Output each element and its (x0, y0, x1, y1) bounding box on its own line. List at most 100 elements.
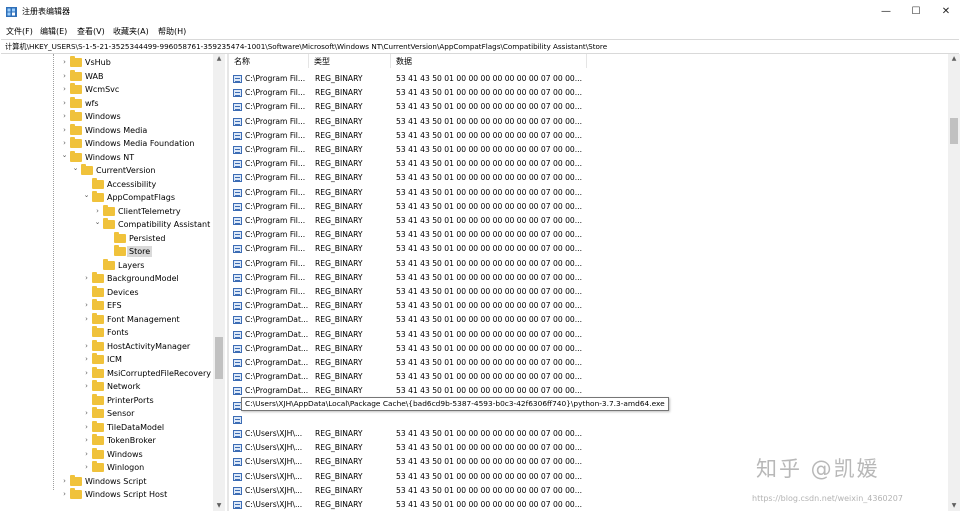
table-row[interactable]: C:\Program Fil... REG_BINARY 53 41 43 50 0… (230, 100, 590, 114)
table-row[interactable]: C:\Program Fil... REG_BINARY 53 41 43 50 0… (230, 200, 590, 214)
chevron-down-icon[interactable]: ⌄ (83, 192, 90, 199)
table-row[interactable]: C:\Users\XJH\... REG_BINARY 53 41 43 50 01… (230, 455, 590, 469)
menu-file[interactable]: 文件(F) (6, 26, 33, 37)
tree-scroll-thumb[interactable] (215, 337, 223, 379)
table-row[interactable]: C:\ProgramDat... REG_BINARY 53 41 43 50 01… (230, 356, 590, 370)
menu-help[interactable]: 帮助(H) (158, 26, 186, 37)
table-row[interactable]: C:\Program Fil... REG_BINARY 53 41 43 50 0… (230, 271, 590, 285)
table-row[interactable]: C:\Users\XJH\... REG_BINARY 53 41 43 50 01… (230, 484, 590, 498)
table-row[interactable]: C:\Program Fil... REG_BINARY 53 41 43 50 0… (230, 143, 590, 157)
tree-item[interactable]: › Windows (1, 110, 215, 124)
tree-item[interactable]: › EFS (1, 299, 215, 313)
tree-item[interactable]: › ClientTelemetry (1, 204, 215, 219)
tree-item[interactable]: › MsiCorruptedFileRecovery (1, 366, 215, 381)
table-row[interactable]: C:\ProgramDat... REG_BINARY 53 41 43 50 01… (230, 328, 590, 342)
table-row[interactable]: C:\Users\XJH\... REG_BINARY 53 41 43 50 01… (230, 470, 590, 484)
chevron-right-icon[interactable]: › (61, 140, 68, 147)
chevron-right-icon[interactable]: › (83, 383, 90, 390)
tree-item[interactable]: ⌄ AppCompatFlags (1, 191, 215, 205)
table-row[interactable]: C:\Program Fil... REG_BINARY 53 41 43 50 0… (230, 186, 590, 200)
table-row[interactable]: C:\Program Fil... REG_BINARY 53 41 43 50 0… (230, 214, 590, 228)
table-row[interactable]: C:\ProgramDat... REG_BINARY 53 41 43 50 01… (230, 299, 590, 313)
tree-item[interactable]: Layers (1, 258, 215, 273)
tree-item[interactable]: › HostActivityManager (1, 339, 215, 354)
minimize-button[interactable]: — (871, 4, 901, 20)
tree-scroll-down-icon[interactable]: ▼ (213, 501, 225, 511)
column-header-name[interactable]: 名称 (230, 54, 309, 68)
address-bar[interactable]: 计算机\HKEY_USERS\S-1-5-21-3525344499-99605… (1, 39, 959, 54)
table-row[interactable]: C:\ProgramDat... REG_BINARY 53 41 43 50 01… (230, 342, 590, 356)
pane-splitter[interactable] (227, 54, 229, 511)
maximize-button[interactable]: ☐ (901, 4, 931, 20)
tree-item[interactable]: › Windows Script Host (1, 488, 215, 502)
table-row[interactable]: C:\Program Fil... REG_BINARY 53 41 43 50 0… (230, 129, 590, 143)
table-row[interactable]: C:\ProgramDat... REG_BINARY 53 41 43 50 01… (230, 313, 590, 327)
tree-item[interactable]: ⌄ Windows NT (1, 150, 215, 165)
table-row[interactable] (230, 413, 590, 427)
tree-item[interactable]: › WAB (1, 69, 215, 84)
column-header-data[interactable]: 数据 (392, 54, 587, 68)
tree-item[interactable]: Fonts (1, 326, 215, 340)
chevron-right-icon[interactable]: › (61, 99, 68, 107)
tree-item[interactable]: › Windows Media Foundation (1, 137, 215, 151)
chevron-right-icon[interactable]: › (83, 315, 90, 323)
chevron-down-icon[interactable]: ⌄ (61, 151, 68, 159)
tree-item[interactable]: ⌄ CurrentVersion (1, 164, 215, 178)
table-row[interactable]: C:\ProgramDat... REG_BINARY 53 41 43 50 01… (230, 370, 590, 384)
tree-item[interactable]: › Sensor (1, 407, 215, 421)
menu-view[interactable]: 查看(V) (77, 26, 105, 37)
tree-item[interactable]: Store (1, 245, 215, 259)
chevron-right-icon[interactable]: › (83, 369, 90, 377)
tree-item[interactable]: › Windows (1, 447, 215, 462)
table-row[interactable]: C:\Program Fil... REG_BINARY 53 41 43 50 0… (230, 242, 590, 256)
list-scroll-up-icon[interactable]: ▲ (948, 54, 960, 64)
menu-favorites[interactable]: 收藏夹(A) (113, 26, 149, 37)
table-row[interactable]: C:\Users\XJH\... REG_BINARY 53 41 43 50 01… (230, 427, 590, 441)
chevron-down-icon[interactable]: ⌄ (72, 165, 79, 172)
tree-item[interactable]: Devices (1, 285, 215, 300)
tree-item[interactable]: › TokenBroker (1, 434, 215, 448)
table-row[interactable]: C:\Program Fil... REG_BINARY 53 41 43 50 0… (230, 228, 590, 242)
chevron-right-icon[interactable]: › (83, 275, 90, 282)
table-row[interactable]: C:\Program Fil... REG_BINARY 53 41 43 50 0… (230, 257, 590, 271)
menu-edit[interactable]: 编辑(E) (40, 26, 67, 37)
chevron-right-icon[interactable]: › (61, 59, 68, 66)
table-row[interactable]: C:\Program Fil... REG_BINARY 53 41 43 50 0… (230, 72, 590, 86)
chevron-right-icon[interactable]: › (61, 477, 68, 485)
chevron-right-icon[interactable]: › (83, 302, 90, 309)
tree-item[interactable]: › TileDataModel (1, 420, 215, 435)
chevron-right-icon[interactable]: › (61, 86, 68, 93)
table-row[interactable]: C:\Program Fil... REG_BINARY 53 41 43 50 0… (230, 171, 590, 185)
chevron-right-icon[interactable]: › (94, 207, 101, 215)
tree-item[interactable]: › VsHub (1, 56, 215, 70)
tree-item[interactable]: PrinterPorts (1, 393, 215, 408)
tree-item[interactable]: › wfs (1, 96, 215, 111)
tree-item[interactable]: Persisted (1, 231, 215, 246)
chevron-right-icon[interactable]: › (83, 464, 90, 471)
list-scroll-down-icon[interactable]: ▼ (948, 501, 960, 511)
list-scroll-thumb[interactable] (950, 118, 958, 144)
chevron-right-icon[interactable]: › (83, 423, 90, 431)
chevron-down-icon[interactable]: ⌄ (94, 219, 101, 226)
chevron-right-icon[interactable]: › (83, 450, 90, 458)
tree-item[interactable]: › BackgroundModel (1, 272, 215, 286)
column-header-type[interactable]: 类型 (310, 54, 391, 68)
chevron-right-icon[interactable]: › (61, 126, 68, 134)
close-button[interactable]: ✕ (931, 4, 961, 20)
chevron-right-icon[interactable]: › (83, 410, 90, 417)
table-row[interactable]: C:\Users\XJH\... REG_BINARY 53 41 43 50 01… (230, 498, 590, 511)
table-row[interactable]: C:\Program Fil... REG_BINARY 53 41 43 50 0… (230, 115, 590, 129)
tree-scrollbar[interactable]: ▲ ▼ (213, 54, 225, 511)
table-row[interactable]: C:\Users\XJH\... REG_BINARY 53 41 43 50 01… (230, 441, 590, 455)
tree-item[interactable]: › WcmSvc (1, 83, 215, 97)
table-row[interactable]: C:\Program Fil... REG_BINARY 53 41 43 50 0… (230, 285, 590, 299)
chevron-right-icon[interactable]: › (83, 342, 90, 350)
tree-item[interactable]: › Winlogon (1, 461, 215, 475)
tree-item[interactable]: › Windows Script (1, 474, 215, 489)
tree-item[interactable]: › Network (1, 380, 215, 394)
tree-item[interactable]: ⌄ Compatibility Assistant (1, 218, 215, 232)
tree-scroll-up-icon[interactable]: ▲ (213, 54, 225, 64)
tree-item[interactable]: Accessibility (1, 177, 215, 192)
table-row[interactable]: C:\Program Fil... REG_BINARY 53 41 43 50 0… (230, 86, 590, 100)
tree-item[interactable]: › Font Management (1, 312, 215, 327)
